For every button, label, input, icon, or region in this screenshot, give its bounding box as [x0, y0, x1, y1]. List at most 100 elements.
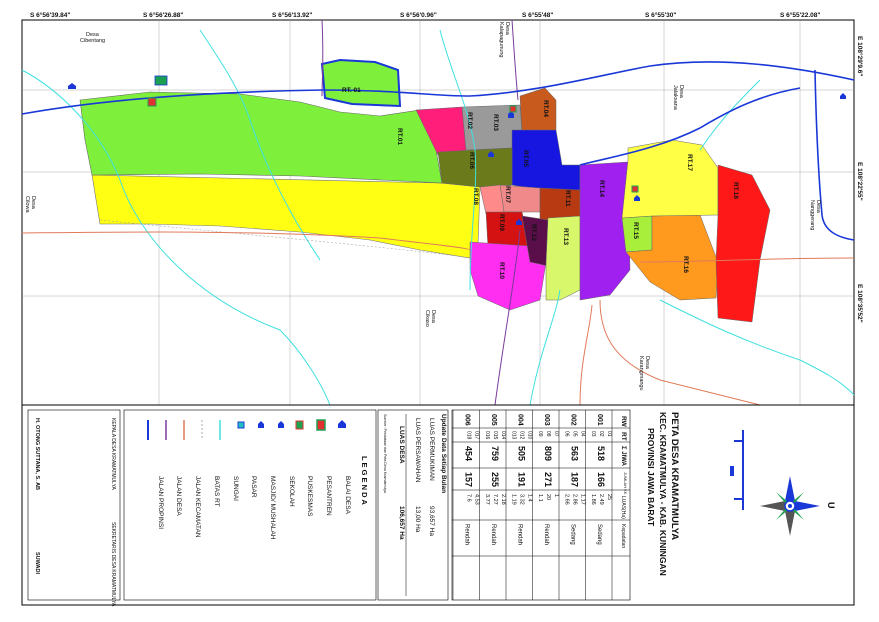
- sekretaris-title: SEKRETARIS DESA KRAMATMULYA: [110, 522, 116, 607]
- rt-label: RT.06: [468, 152, 475, 169]
- svg-text:S 6°56'13.92": S 6°56'13.92": [272, 11, 312, 19]
- svg-text:E 108°35'52": E 108°35'52": [856, 284, 864, 323]
- kepala-desa-name: H. OTONG SUTTANA, S. AB: [34, 418, 40, 490]
- legend-item: JALAN KECAMATAN: [194, 476, 201, 538]
- svg-text:S 6°55'30": S 6°55'30": [645, 11, 676, 19]
- cell-kk: 255: [490, 472, 500, 487]
- header-rt: RT: [620, 432, 627, 441]
- rt11-area: [539, 187, 581, 221]
- pesantren-icon: [316, 419, 326, 431]
- cell-jiwa: 505: [517, 446, 527, 461]
- cell-kepadatan: Rendah: [464, 524, 470, 545]
- cell-luas: 2.18: [500, 494, 506, 505]
- cell-luas: 3.77: [484, 494, 490, 505]
- header-rw: RW: [620, 416, 627, 428]
- rt-label: RT.08: [472, 188, 479, 205]
- header-luas: LUAS(Ha): [620, 496, 626, 519]
- cell-luas: 7.6: [466, 494, 472, 502]
- rt-label: RT.02: [466, 112, 473, 129]
- rt-label: RT. 01: [342, 87, 361, 94]
- cell-kk: 271: [543, 472, 553, 487]
- cell-rt: 012: [519, 431, 525, 440]
- title-line3: PROVINSI JAWA BARAT: [646, 428, 656, 527]
- svg-text:S 6°56'26.88": S 6°56'26.88": [143, 11, 183, 19]
- cell-luas: 20: [545, 494, 551, 500]
- rt01-top-area: [320, 58, 402, 108]
- cell-rt: 010: [527, 431, 533, 440]
- update-note: Update Data Setiap Bulan: [440, 414, 447, 493]
- pesantren-icon: [147, 97, 157, 107]
- cell-rt: 06: [564, 431, 570, 437]
- compass-north-label: U: [826, 502, 836, 509]
- legend-item: BALAI DESA: [344, 476, 351, 515]
- coords-right: E 108°29'9.6" E 108°22'55" E 108°35'52": [856, 36, 864, 323]
- village-map: S 6°56'39.84" S 6°56'26.88" S 6°56'13.92…: [21, 11, 864, 607]
- cell-luas: 3.32: [519, 494, 525, 505]
- cell-luas: 2.49: [598, 494, 604, 505]
- rt-label: RT.12: [530, 224, 537, 241]
- header-kk: JUMLAH KK: [623, 472, 628, 495]
- cell-kepadatan: Sedang: [570, 524, 576, 545]
- coords-top: S 6°56'39.84" S 6°56'26.88" S 6°56'13.92…: [30, 11, 820, 19]
- cell-kk: 191: [517, 472, 527, 487]
- cell-kepadatan: Sedang: [596, 524, 602, 545]
- svg-text:S 6°55'48": S 6°55'48": [522, 11, 553, 19]
- puskesmas-icon: [295, 420, 304, 430]
- cell-rw: 006: [464, 414, 471, 426]
- cell-rt: 014: [500, 431, 506, 440]
- cell-jiwa: 809: [543, 446, 553, 461]
- cell-rt: 018: [466, 431, 472, 440]
- legend-item: BATAS RT: [213, 476, 220, 507]
- cell-rt: 015: [492, 431, 498, 440]
- cell-rt: 017: [474, 431, 480, 440]
- svg-text:S 6°56'39.84": S 6°56'39.84": [30, 11, 70, 19]
- cell-rt: 013: [511, 431, 517, 440]
- cell-jiwa: 563: [570, 446, 580, 461]
- cell-kepadatan: Rendah: [543, 524, 549, 545]
- rt-label: RT.18: [732, 182, 739, 199]
- luas-permukiman-label: LUAS PERMUKIMAN: [428, 418, 435, 481]
- rt-label: RT.07: [504, 186, 511, 203]
- legend-item: PUSKESMAS: [306, 476, 313, 517]
- cell-kepadatan: Rendah: [490, 524, 496, 545]
- pesantren-icon: [509, 105, 517, 113]
- cell-rt: 03: [590, 431, 596, 437]
- cell-luas: 1.19: [511, 494, 517, 505]
- cell-rt: 016: [484, 431, 490, 440]
- legend-title: L E G E N D A: [360, 456, 369, 505]
- cell-kk: 166: [596, 472, 606, 487]
- rt04-area: [519, 87, 557, 133]
- rt-label: RT.11: [564, 190, 571, 207]
- title-line2: KEC. KRAMATMULYA - KAB. KUNINGAN: [658, 412, 668, 576]
- cell-luas: 4.53: [474, 494, 480, 505]
- sekretaris-name: SUWADI: [34, 552, 40, 574]
- legend-item: JALAN DESA: [175, 476, 182, 516]
- cell-rt: 07: [553, 431, 559, 437]
- pesantren-icon: [631, 185, 639, 193]
- legend-item: MASJID/ MUSHALAH: [269, 476, 276, 540]
- cell-rt: 08: [545, 431, 551, 437]
- cell-jiwa: 454: [464, 446, 474, 461]
- luas-desa-label: LUAS DESA: [398, 426, 405, 464]
- legend-item: JALAN PROPINSI: [157, 476, 164, 529]
- cell-jiwa: 518: [596, 446, 606, 461]
- cell-luas: 1.1: [537, 494, 543, 502]
- rt-label: RT.05: [522, 150, 529, 167]
- cell-kk: 187: [570, 472, 580, 487]
- cell-rt: 05: [572, 431, 578, 437]
- cell-rw: 002: [570, 414, 577, 426]
- svg-text:E 108°29'9.6": E 108°29'9.6": [856, 36, 864, 76]
- cell-kepadatan: Rendah: [517, 524, 523, 545]
- legend-item: PESANTREN: [325, 476, 332, 516]
- svg-text:E 108°22'55": E 108°22'55": [856, 162, 864, 201]
- rt-label: RT.01: [396, 128, 403, 145]
- pasar-icon: [237, 421, 245, 429]
- luas-desa-value: 106,657 Ha: [398, 506, 405, 540]
- luas-persawahan-label: LUAS PERSAWAHAN: [414, 418, 421, 483]
- rt-label: RT.13: [562, 228, 569, 245]
- rt-label: RT.16: [682, 256, 689, 273]
- cell-jiwa: 759: [490, 446, 500, 461]
- rt-label: RT.03: [492, 114, 499, 131]
- cell-rt: 04: [580, 431, 586, 437]
- cell-luas: 2.86: [572, 494, 578, 505]
